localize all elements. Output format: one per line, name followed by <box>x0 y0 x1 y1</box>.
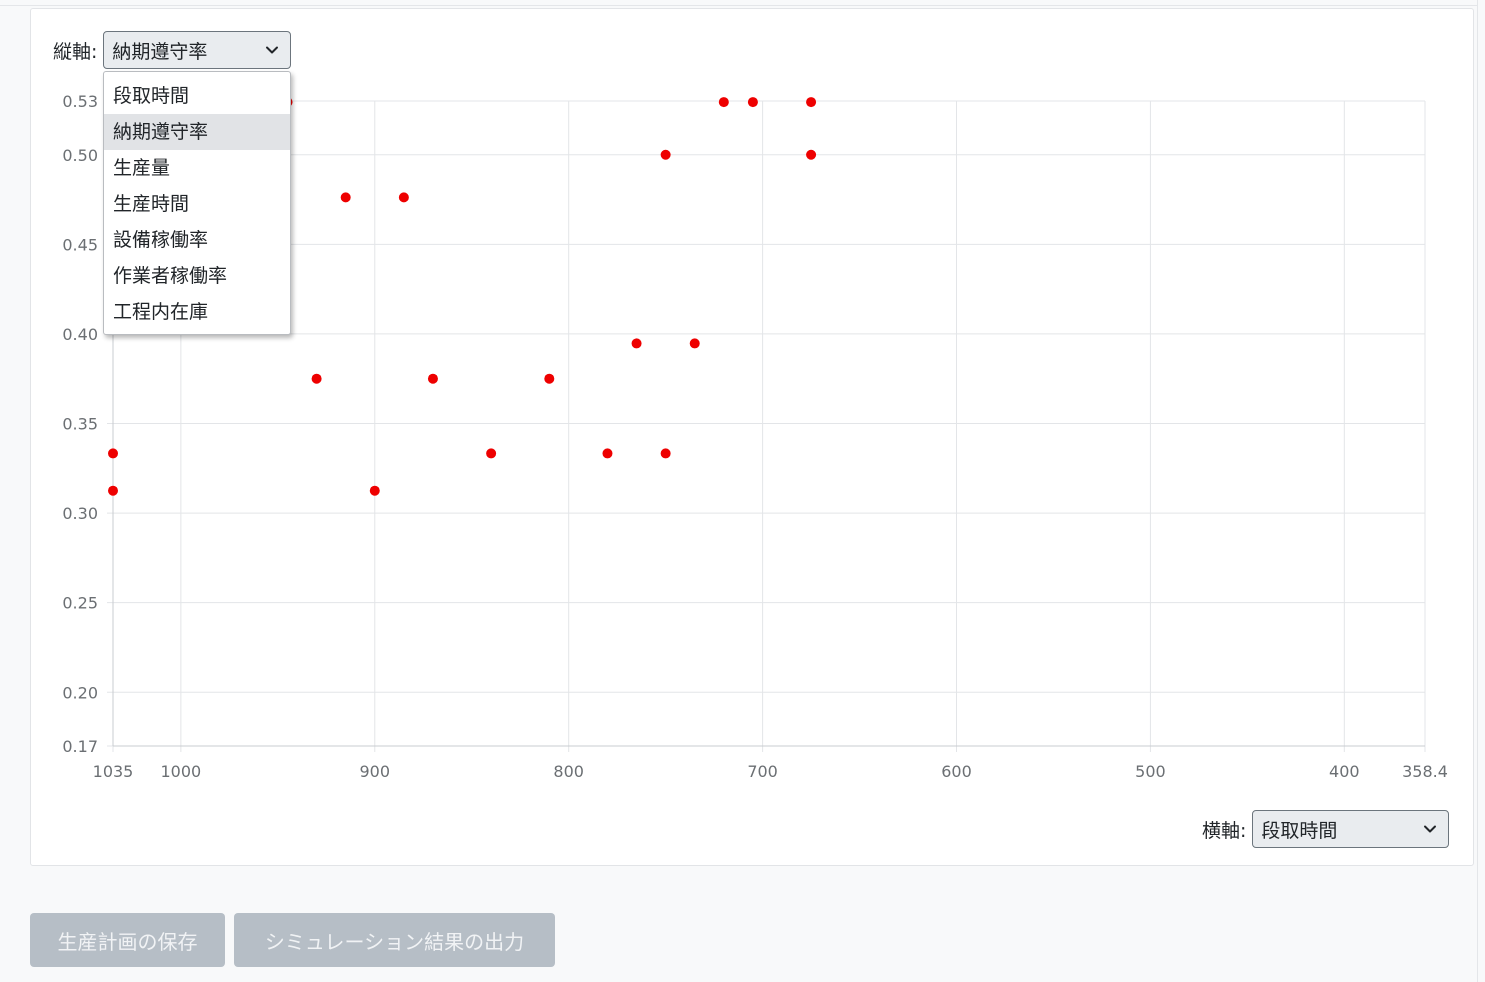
scatter-point[interactable] <box>806 97 817 108</box>
y-axis-selector: 縦軸: 納期遵守率 <box>53 31 292 69</box>
chevron-down-icon <box>1424 825 1437 833</box>
chart-grid <box>107 100 1426 752</box>
dropdown-option-highlighted[interactable]: 納期遵守率 <box>104 114 290 150</box>
scatter-point[interactable] <box>398 192 409 203</box>
x-tick-label: 600 <box>941 762 972 781</box>
scatter-point[interactable] <box>108 448 118 459</box>
scatter-point[interactable] <box>689 338 700 349</box>
x-tick-label: 400 <box>1329 762 1360 781</box>
x-axis-selected-value: 段取時間 <box>1261 819 1338 842</box>
dropdown-option[interactable]: 生産量 <box>104 150 290 186</box>
scatter-point[interactable] <box>340 192 351 203</box>
scatter-point[interactable] <box>718 97 729 108</box>
scatter-point[interactable] <box>486 448 497 459</box>
scatter-point[interactable] <box>806 149 817 160</box>
scatter-point[interactable] <box>602 448 613 459</box>
export-results-button[interactable]: シミュレーション結果の出力 <box>234 913 555 967</box>
dropdown-option[interactable]: 作業者稼働率 <box>104 258 290 294</box>
y-tick-label: 0.50 <box>62 146 98 165</box>
dropdown-option[interactable]: 工程内在庫 <box>104 294 290 330</box>
x-tick-label: 900 <box>360 762 391 781</box>
scatter-point[interactable] <box>427 373 438 384</box>
y-tick-label: 0.45 <box>62 235 98 254</box>
scatter-point[interactable] <box>369 485 380 496</box>
y-tick-label: 0.17 <box>62 737 98 756</box>
scatter-point[interactable] <box>660 149 671 160</box>
x-tick-label: 358.4 <box>1402 762 1448 781</box>
x-axis-label: 横軸: <box>1202 819 1247 842</box>
dropdown-option[interactable]: 設備稼働率 <box>104 222 290 258</box>
x-axis-select[interactable]: 段取時間 <box>1252 810 1450 848</box>
dropdown-option[interactable]: 生産時間 <box>104 186 290 222</box>
y-tick-label: 0.35 <box>62 415 98 434</box>
scatter-point[interactable] <box>660 448 671 459</box>
y-axis-select[interactable]: 納期遵守率 <box>103 31 292 69</box>
chevron-down-icon <box>266 46 279 54</box>
y-axis-selected-value: 納期遵守率 <box>112 40 208 63</box>
scatter-point[interactable] <box>108 485 118 496</box>
x-tick-label: 500 <box>1135 762 1166 781</box>
scatter-point[interactable] <box>311 373 322 384</box>
y-axis-dropdown-menu: 段取時間 納期遵守率 生産量 生産時間 設備稼働率 作業者稼働率 工程内在庫 <box>103 71 291 335</box>
y-tick-label: 0.53 <box>62 92 98 111</box>
scatter-point[interactable] <box>544 373 555 384</box>
y-tick-label: 0.30 <box>62 504 98 523</box>
scatter-point[interactable] <box>631 338 642 349</box>
dropdown-option[interactable]: 段取時間 <box>104 78 290 114</box>
y-tick-label: 0.40 <box>62 325 98 344</box>
x-axis-selector: 横軸: 段取時間 <box>1202 810 1450 848</box>
save-plan-button[interactable]: 生産計画の保存 <box>30 913 225 967</box>
x-tick-label: 1000 <box>161 762 202 781</box>
y-tick-label: 0.20 <box>62 683 98 702</box>
x-tick-label: 1035 <box>93 762 134 781</box>
x-tick-label: 700 <box>747 762 778 781</box>
scatter-point[interactable] <box>747 97 758 108</box>
x-tick-label: 800 <box>553 762 584 781</box>
y-tick-label: 0.25 <box>62 594 98 613</box>
y-axis-label: 縦軸: <box>53 40 98 63</box>
